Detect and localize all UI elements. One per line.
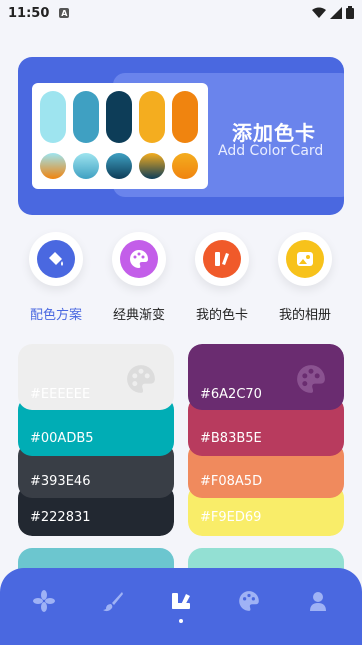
status-bar: 11:50 A	[0, 0, 362, 26]
nav-label: 我的色卡	[195, 308, 248, 323]
bottom-tab-bar	[0, 568, 362, 645]
user-icon	[309, 591, 326, 611]
tab-brush[interactable]	[93, 581, 133, 621]
banner-title: 添加色卡	[232, 121, 316, 145]
flower-icon	[33, 589, 56, 612]
preview-pill	[172, 91, 198, 143]
palette-card[interactable]: #222831 #393E46 #00ADB5 #EEEEEE	[18, 344, 174, 536]
banner-preview	[32, 83, 208, 189]
tab-profile[interactable]	[298, 581, 338, 621]
tab-color-cards[interactable]	[161, 581, 201, 623]
hex-label: #EEEEEE	[30, 387, 91, 402]
banner-subtitle: Add Color Card	[218, 143, 324, 159]
notification-icon: A	[59, 8, 70, 18]
active-tab-indicator	[178, 618, 183, 623]
add-color-card-banner[interactable]: 添加色卡 Add Color Card	[18, 57, 344, 215]
preview-pill	[106, 91, 132, 143]
preview-dot	[40, 153, 66, 179]
status-indicators	[312, 6, 354, 19]
nav-label: 配色方案	[29, 308, 82, 323]
nav-circle	[278, 232, 332, 286]
quick-nav: 配色方案 经典渐变 我的色卡 我的相册	[18, 232, 344, 332]
preview-pill	[73, 91, 99, 143]
palette-swatch-icon	[171, 592, 190, 609]
nav-circle	[195, 232, 249, 286]
nav-circle	[112, 232, 166, 286]
palette-card[interactable]: #F9ED69 #F08A5D #B83B5E #6A2C70	[188, 344, 344, 536]
palette-icon	[120, 240, 158, 278]
nav-label: 我的相册	[278, 308, 331, 323]
tab-palette[interactable]	[229, 581, 269, 621]
palette-icon	[239, 590, 260, 611]
hex-label: #F9ED69	[200, 510, 262, 525]
preview-pill	[40, 91, 66, 143]
preview-pill	[139, 91, 165, 143]
hex-label: #393E46	[30, 474, 91, 489]
preview-dot	[139, 153, 165, 179]
palette-icon	[297, 365, 325, 393]
hex-label: #B83B5E	[200, 431, 262, 446]
nav-my-color-cards[interactable]: 我的色卡	[186, 232, 258, 323]
palette-icon	[127, 365, 155, 393]
nav-classic-gradient[interactable]: 经典渐变	[103, 232, 175, 323]
paint-bucket-icon	[37, 240, 75, 278]
preview-dot	[73, 153, 99, 179]
wifi-icon	[312, 7, 326, 18]
hex-label: #6A2C70	[200, 387, 262, 402]
hex-label: #F08A5D	[200, 474, 263, 489]
hex-label: #222831	[30, 510, 91, 525]
hex-label: #00ADB5	[30, 431, 94, 446]
album-icon	[286, 240, 324, 278]
signal-icon	[330, 6, 342, 19]
status-time: 11:50	[8, 5, 50, 21]
tab-home[interactable]	[24, 581, 64, 621]
brush-icon	[102, 591, 123, 611]
nav-color-scheme[interactable]: 配色方案	[20, 232, 92, 323]
preview-dot	[106, 153, 132, 179]
battery-icon	[346, 6, 354, 19]
nav-my-album[interactable]: 我的相册	[269, 232, 341, 323]
nav-label: 经典渐变	[112, 308, 165, 323]
color-card-icon	[203, 240, 241, 278]
nav-circle	[29, 232, 83, 286]
preview-dot	[172, 153, 198, 179]
